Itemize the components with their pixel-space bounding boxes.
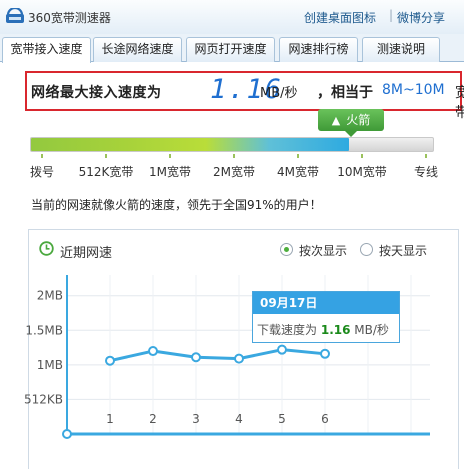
y-tick-label: 1MB (37, 358, 63, 372)
speed-level-label: 4M宽带 (277, 165, 319, 179)
x-tick-label: 6 (321, 412, 329, 426)
data-point (320, 348, 330, 359)
equivalent-suffix: 宽带 (455, 85, 464, 121)
speed-meter-fill (31, 138, 349, 151)
speed-meter-tick (361, 154, 363, 158)
rocket-level-badge: ▲ 火箭 (318, 109, 384, 137)
series-line (109, 348, 326, 363)
speed-level-label: 2M宽带 (213, 165, 255, 179)
equivalent-label: ，相当于 (317, 85, 373, 101)
recent-speed-title: 近期网速 (60, 246, 113, 261)
radio-by-day-label[interactable]: 按天显示 (379, 242, 427, 259)
speed-meter-tick (41, 154, 43, 158)
speed-result-unit: MB/秒 (260, 86, 298, 101)
tab-instructions[interactable]: 测速说明 (362, 37, 440, 62)
tab-ranking[interactable]: 网速排行榜 (279, 37, 358, 62)
tooltip-unit: MB/秒 (354, 323, 389, 337)
speed-level-label: 512K宽带 (78, 165, 134, 179)
tab-access-speed[interactable]: 宽带接入速度 (2, 37, 91, 63)
comparison-text: 当前的网速就像火箭的速度，领先于全国91%的用户！ (31, 198, 322, 212)
speed-meter-track (30, 137, 434, 152)
speed-meter-tick (425, 154, 427, 158)
speed-meter-tick (297, 154, 299, 158)
equivalent-range: 8M~10M (382, 82, 445, 98)
speed-level-label: 专线 (413, 165, 439, 179)
data-point (191, 352, 201, 363)
app-logo-icon (6, 8, 24, 23)
data-tooltip: 09月17日 下载速度为 1.16 MB/秒 (252, 291, 400, 343)
tab-long-distance-speed[interactable]: 长途网络速度 (93, 37, 182, 62)
radio-by-day[interactable] (360, 243, 373, 256)
x-tick-label: 4 (235, 412, 243, 426)
y-tick-label: 512KB (24, 392, 63, 406)
clock-icon (39, 241, 54, 256)
create-desktop-icon-link[interactable]: 创建桌面图标 (304, 9, 376, 26)
data-point (277, 344, 287, 355)
y-tick-label: 2MB (37, 289, 63, 303)
speed-level-label: 10M宽带 (337, 165, 387, 179)
radio-by-count[interactable] (280, 243, 293, 256)
x-tick-label: 1 (106, 412, 114, 426)
weibo-share-link[interactable]: 微博分享 (397, 9, 445, 26)
data-point (148, 346, 158, 357)
speed-level-label: 拨号 (29, 165, 55, 179)
speed-meter-tick (233, 154, 235, 158)
header-separator: | (389, 8, 394, 22)
x-tick-label: 3 (192, 412, 200, 426)
speed-meter-tick (105, 154, 107, 158)
axis-origin-marker (62, 429, 72, 439)
speed-meter-tick (169, 154, 171, 158)
tooltip-body: 下载速度为 1.16 MB/秒 (257, 321, 389, 338)
data-point (234, 353, 244, 364)
rocket-badge-label: 火箭 (346, 113, 371, 127)
speed-result-box: 网络最大接入速度为 1.16 MB/秒 ，相当于 8M~10M 宽带 (25, 71, 464, 121)
x-tick-label: 2 (149, 412, 157, 426)
tab-webpage-speed[interactable]: 网页打开速度 (186, 37, 275, 62)
tab-bar: 宽带接入速度 长途网络速度 网页打开速度 网速排行榜 测速说明 (0, 34, 464, 63)
app-title: 360宽带测速器 (28, 11, 111, 25)
data-point (105, 355, 115, 366)
tooltip-label: 下载速度为 (257, 323, 318, 337)
title-bar: 360宽带测速器 创建桌面图标 | 微博分享 (0, 0, 464, 34)
radio-by-count-label[interactable]: 按次显示 (299, 242, 347, 259)
speed-level-label: 1M宽带 (149, 165, 191, 179)
y-tick-label: 1.5MB (25, 323, 63, 337)
speed-result-label: 网络最大接入速度为 (31, 85, 162, 101)
rocket-icon: ▲ (331, 114, 341, 127)
tooltip-date: 09月17日 (253, 292, 399, 314)
tooltip-value: 1.16 (320, 323, 351, 337)
x-tick-label: 5 (278, 412, 286, 426)
